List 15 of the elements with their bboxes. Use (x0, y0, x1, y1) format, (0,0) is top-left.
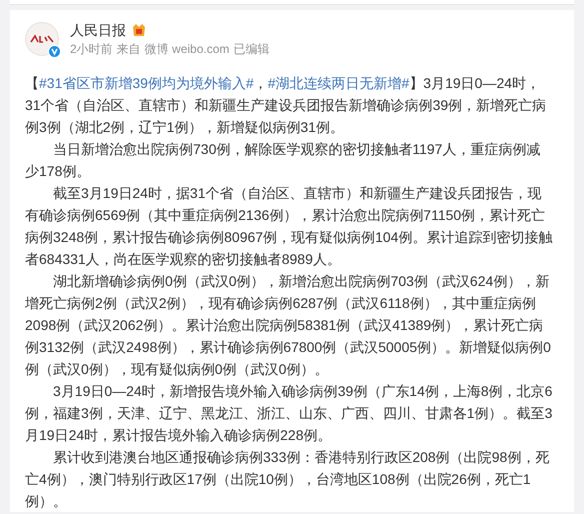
hashtag-link[interactable]: #31省区市新增39例均为境外输入# (39, 75, 254, 91)
post-paragraph: 湖北新增确诊病例0例（武汉0例），新增治愈出院病例703例（武汉624例），新增死亡病例2例（武汉2例），现有确诊病例6287例（武汉6118例），其中重症病例2098例（武汉2062例）。累计治愈出院病例58381例（武汉41389例），累计死亡病例3132例（武汉2498例），累计确诊病例67800例（武汉50005例）。新增疑似病例0例（武汉0例），现有疑似病例0例（武汉0例）。 (25, 272, 552, 379)
logo-icon (30, 34, 54, 44)
post-paragraph: 截至3月19日24时，据31个省（自治区、直辖市）和新疆生产建设兵团报告，现有确诊病例6569例（其中重症病例2136例），累计治愈出院病例71150例，累计死亡病例3248例，累计报告确诊病例80967例，现有疑似病例104例。累计追踪到密切接触者684331人，尚在医学观察的密切接触者8989人。 (25, 184, 553, 269)
post-paragraph: 累计收到港澳台地区通报确诊病例333例：香港特别行政区208例（出院98例，死亡4例），澳门特别行政区17例（出院10例），台湾地区108例（出院26例，死亡1例）。 (25, 448, 550, 511)
post-paragraph: 【#31省区市新增39例均为境外输入#，#湖北连续两日无新增#】3月19日0—24时，31个省（自治区、直辖市）和新疆生产建设兵团报告新增确诊病例39例，新增死亡病例3例（湖北2例，辽宁1例），新增疑似病例31例。 (25, 74, 548, 137)
avatar[interactable] (25, 22, 59, 56)
source-label: 来自 (116, 41, 141, 58)
source-link[interactable]: 微博 weibo.com (144, 40, 230, 58)
post-time[interactable]: 2小时前 (70, 40, 113, 58)
hashtag-link[interactable]: #湖北连续两日无新增# (268, 75, 410, 91)
post-paragraph: 当日新增治愈出院病例730例，解除医学观察的密切接触者1197人，重症病例减少178例。 (25, 140, 542, 181)
post-paragraph: 3月19日0—24时，新增报告境外输入确诊病例39例（广东14例，上海8例，北京6例，福建3例，天津、辽宁、黑龙江、浙江、山东、广西、四川、甘肃各1例）。截至3月19日24时，累计报告境外输入确诊病例228例。 (25, 382, 553, 445)
author-name[interactable]: 人民日报 (70, 20, 126, 40)
edited-label: 已编辑 (233, 41, 270, 58)
